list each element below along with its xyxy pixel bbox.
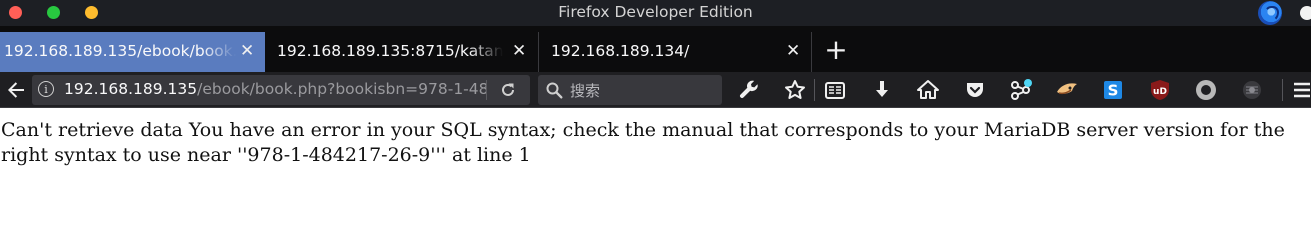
page-error-message: Can't retrieve data You have an error in… — [1, 119, 1285, 166]
tab-katana[interactable]: 192.168.189.135:8715/katana/ ✕ — [265, 32, 537, 72]
extension-circle-icon[interactable] — [1194, 78, 1218, 102]
back-arrow-icon — [8, 82, 24, 98]
pocket-icon[interactable] — [963, 78, 987, 102]
url-bar-divider — [486, 80, 487, 100]
tab-label: 192.168.189.134/ — [551, 42, 690, 60]
reader-view-icon[interactable] — [823, 78, 847, 102]
navigation-toolbar: i 192.168.189.135/ebook/book.php?bookisb… — [0, 72, 1311, 108]
tab-label: 192.168.189.135:8715/katana/ — [277, 32, 503, 70]
window-title-bar: Firefox Developer Edition — [0, 0, 1311, 26]
search-bar[interactable]: 搜索 — [538, 75, 722, 105]
tab-divider — [811, 32, 812, 72]
new-tab-button[interactable]: + — [822, 32, 850, 70]
window-status-dot-icon — [1300, 6, 1311, 20]
url-bar[interactable]: i 192.168.189.135/ebook/book.php?bookisb… — [32, 75, 530, 105]
reload-button[interactable] — [498, 80, 518, 100]
tab-strip: 192.168.189.135/ebook/book.php?bookisbn=… — [0, 26, 1311, 72]
tab-ebook-book[interactable]: 192.168.189.135/ebook/book.php?bookisbn=… — [0, 32, 265, 72]
toolbar-divider — [1282, 79, 1283, 101]
url-text[interactable]: 192.168.189.135/ebook/book.php?bookisbn=… — [64, 80, 486, 98]
tab-close-icon[interactable]: ✕ — [512, 32, 526, 70]
extension-network-icon[interactable] — [1009, 78, 1033, 102]
site-info-icon[interactable]: i — [38, 81, 54, 97]
firefox-developer-logo-icon — [1258, 1, 1282, 25]
window-title: Firefox Developer Edition — [558, 3, 753, 21]
url-host: 192.168.189.135 — [64, 80, 198, 98]
ublock-origin-icon[interactable]: uD — [1148, 78, 1172, 102]
svg-text:uD: uD — [1153, 87, 1167, 97]
download-icon[interactable] — [870, 78, 894, 102]
wrench-icon[interactable] — [737, 78, 761, 102]
tab-close-icon[interactable]: ✕ — [240, 32, 254, 70]
extension-s-icon[interactable]: S — [1101, 78, 1125, 102]
tab-label: 192.168.189.135/ebook/book.php?bookisbn=… — [4, 32, 236, 70]
reload-icon — [502, 83, 514, 96]
tab-189-134[interactable]: 192.168.189.134/ ✕ — [539, 32, 811, 72]
back-button[interactable] — [4, 78, 28, 102]
tab-close-icon[interactable]: ✕ — [786, 32, 800, 70]
extension-dark-icon[interactable] — [1240, 78, 1264, 102]
toolbar-divider — [814, 79, 815, 101]
menu-icon[interactable] — [1290, 78, 1311, 102]
search-icon — [545, 81, 563, 99]
bookmark-star-icon[interactable] — [783, 78, 807, 102]
extension-fox-icon[interactable] — [1055, 78, 1079, 102]
url-path: /ebook/book.php?bookisbn=978-1-484217-26… — [197, 80, 486, 98]
search-input[interactable]: 搜索 — [570, 80, 600, 101]
home-icon[interactable] — [916, 78, 940, 102]
svg-text:S: S — [1108, 82, 1119, 100]
